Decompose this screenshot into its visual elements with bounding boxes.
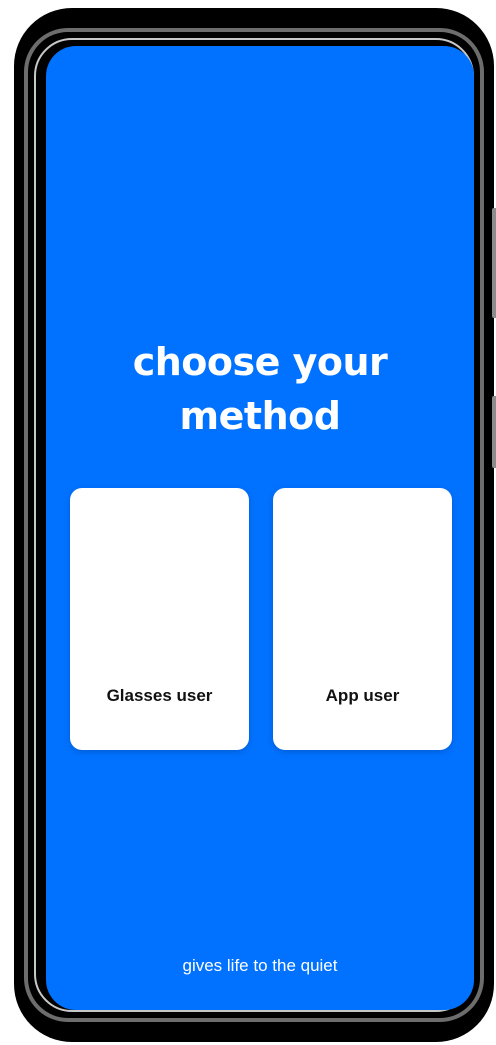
power-button	[492, 396, 496, 468]
glasses-user-card[interactable]: Glasses user	[70, 488, 249, 750]
app-user-label: App user	[325, 686, 400, 705]
app-user-card[interactable]: App user	[273, 488, 452, 750]
method-selection-screen: choose your method Glasses user App user…	[46, 46, 474, 1010]
volume-button	[492, 208, 496, 318]
glasses-user-label: Glasses user	[106, 686, 213, 705]
method-options: Glasses user App user	[70, 488, 452, 750]
page-title: choose your method	[132, 340, 388, 438]
tagline: gives life to the quiet	[182, 956, 338, 975]
